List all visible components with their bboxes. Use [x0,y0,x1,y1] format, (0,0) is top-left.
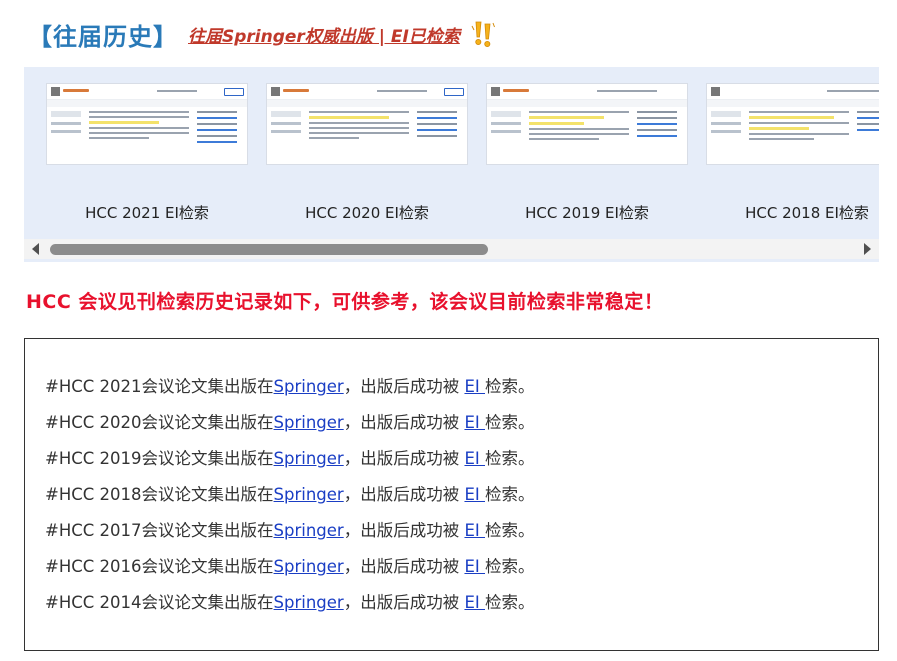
history-item: #HCC 2018会议论文集出版在Springer，出版后成功被 EI 检索。 [45,477,535,513]
springer-link[interactable]: Springer [274,413,344,432]
scroll-left-arrow-icon[interactable] [32,243,39,255]
history-item-suffix: 检索。 [485,377,535,396]
history-item-prefix: #HCC 2016会议论文集出版在 [45,557,274,576]
gallery-card[interactable]: HCC 2019 EI检索 [487,84,687,234]
double-exclamation-icon [471,21,495,47]
ei-link[interactable]: EI [464,593,485,612]
ei-link[interactable]: EI [464,521,485,540]
springer-link[interactable]: Springer [274,593,344,612]
ei-link[interactable]: EI [464,485,485,504]
history-item-prefix: #HCC 2020会议论文集出版在 [45,413,274,432]
section-title: 【往届历史】 [28,22,178,51]
history-item-middle: ，出版后成功被 [343,557,465,576]
scroll-right-arrow-icon[interactable] [864,243,871,255]
gallery-card[interactable]: HCC 2021 EI检索 [47,84,247,234]
indexing-notice: HCC 会议见刊检索历史记录如下，可供参考，该会议目前检索非常稳定！ [26,291,664,313]
springer-link[interactable]: Springer [274,377,344,396]
ei-record-gallery: HCC 2021 EI检索 HCC 2020 EI检索 HCC 2019 EI检… [24,67,879,262]
history-item-suffix: 检索。 [485,593,535,612]
history-item-prefix: #HCC 2021会议论文集出版在 [45,377,274,396]
ei-screenshot-thumbnail[interactable] [487,84,687,164]
gallery-card-caption: HCC 2021 EI检索 [85,204,209,222]
history-item-middle: ，出版后成功被 [343,485,465,504]
history-record-box: #HCC 2021会议论文集出版在Springer，出版后成功被 EI 检索。 … [24,338,879,651]
history-item-prefix: #HCC 2019会议论文集出版在 [45,449,274,468]
history-item: #HCC 2019会议论文集出版在Springer，出版后成功被 EI 检索。 [45,441,535,477]
ei-screenshot-thumbnail[interactable] [47,84,247,164]
history-item: #HCC 2020会议论文集出版在Springer，出版后成功被 EI 检索。 [45,405,535,441]
history-item: #HCC 2021会议论文集出版在Springer，出版后成功被 EI 检索。 [45,369,535,405]
history-item-middle: ，出版后成功被 [343,377,465,396]
gallery-track: HCC 2021 EI检索 HCC 2020 EI检索 HCC 2019 EI检… [24,67,879,237]
ei-screenshot-thumbnail[interactable] [267,84,467,164]
history-item-middle: ，出版后成功被 [343,593,465,612]
springer-link[interactable]: Springer [274,557,344,576]
gallery-card-caption: HCC 2019 EI检索 [525,204,649,222]
section-header: 【往届历史】 往届Springer权威出版 | EI已检索 [28,14,496,54]
history-item-suffix: 检索。 [485,521,535,540]
horizontal-scrollbar[interactable] [24,239,879,259]
ei-screenshot-thumbnail[interactable] [707,84,879,164]
gallery-card-caption: HCC 2018 EI检索 [745,204,869,222]
ei-link[interactable]: EI [464,449,485,468]
ei-link[interactable]: EI [464,557,485,576]
history-item: #HCC 2017会议论文集出版在Springer，出版后成功被 EI 检索。 [45,513,535,549]
history-item-suffix: 检索。 [485,485,535,504]
history-item: #HCC 2016会议论文集出版在Springer，出版后成功被 EI 检索。 [45,549,535,585]
gallery-card[interactable]: HCC 2018 EI检索 [707,84,879,234]
springer-link[interactable]: Springer [274,485,344,504]
gallery-card-caption: HCC 2020 EI检索 [305,204,429,222]
history-item-prefix: #HCC 2018会议论文集出版在 [45,485,274,504]
scrollbar-thumb[interactable] [50,244,488,255]
ei-link[interactable]: EI [464,413,485,432]
history-item-middle: ，出版后成功被 [343,413,465,432]
history-item-middle: ，出版后成功被 [343,521,465,540]
history-item-suffix: 检索。 [485,413,535,432]
springer-ei-link[interactable]: 往届Springer权威出版 | EI已检索 [188,22,460,47]
history-item-suffix: 检索。 [485,449,535,468]
history-list: #HCC 2021会议论文集出版在Springer，出版后成功被 EI 检索。 … [45,369,535,621]
springer-link[interactable]: Springer [274,449,344,468]
history-item: #HCC 2014会议论文集出版在Springer，出版后成功被 EI 检索。 [45,585,535,621]
springer-link[interactable]: Springer [274,521,344,540]
history-item-prefix: #HCC 2014会议论文集出版在 [45,593,274,612]
gallery-card[interactable]: HCC 2020 EI检索 [267,84,467,234]
history-item-suffix: 检索。 [485,557,535,576]
history-item-prefix: #HCC 2017会议论文集出版在 [45,521,274,540]
history-item-middle: ，出版后成功被 [343,449,465,468]
ei-link[interactable]: EI [464,377,485,396]
